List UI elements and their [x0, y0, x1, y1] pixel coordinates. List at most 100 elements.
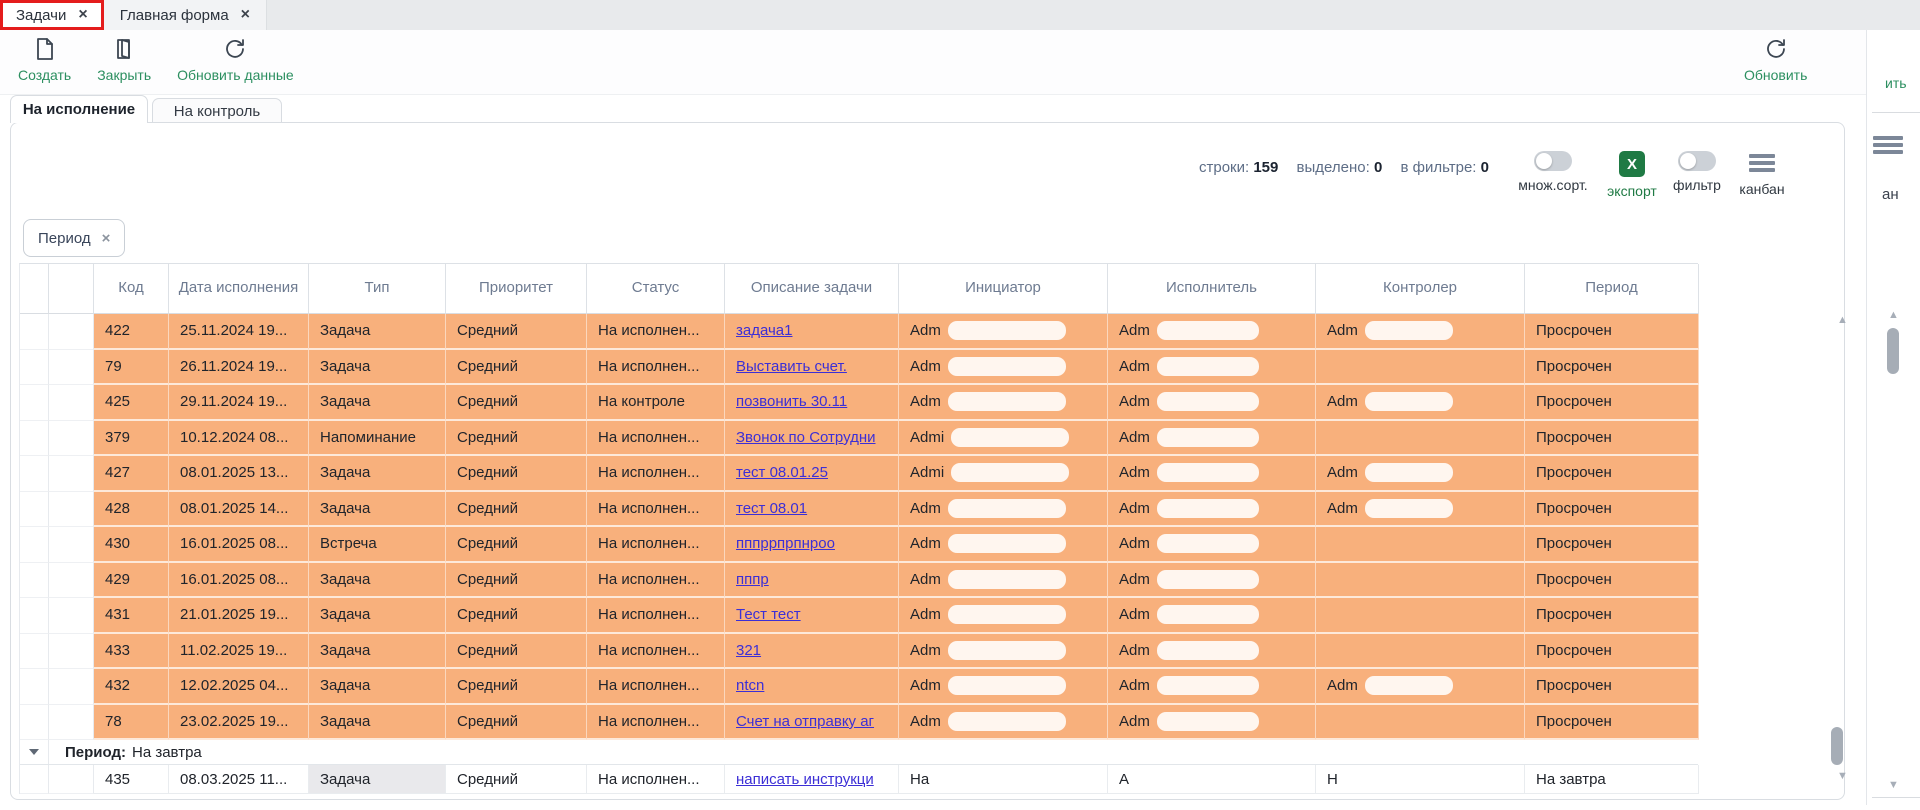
- task-link[interactable]: 321: [736, 642, 761, 659]
- column-header-date[interactable]: Дата исполнения: [169, 264, 309, 314]
- table-row[interactable]: 7926.11.2024 19...ЗадачаСреднийНа исполн…: [20, 350, 1699, 386]
- row-handle-cell: [49, 765, 94, 794]
- table-header-row: КодДата исполненияТипПриоритетСтатусОпис…: [20, 264, 1699, 314]
- table-row[interactable]: 7823.02.2025 19...ЗадачаСреднийНа исполн…: [20, 705, 1699, 741]
- refresh-button[interactable]: Обновить: [1744, 36, 1807, 83]
- cell-priority: Средний: [446, 492, 587, 528]
- table-row[interactable]: 42808.01.2025 14...ЗадачаСреднийНа испол…: [20, 492, 1699, 528]
- table-row[interactable]: 43016.01.2025 08...ВстречаСреднийНа испо…: [20, 527, 1699, 563]
- row-handle-cell: [20, 705, 49, 741]
- task-link[interactable]: позвонить 30.11: [736, 393, 847, 410]
- column-header-status[interactable]: Статус: [587, 264, 725, 314]
- close-icon[interactable]: ×: [102, 230, 111, 247]
- table-row[interactable]: 43311.02.2025 19...ЗадачаСреднийНа испол…: [20, 634, 1699, 670]
- group-collapse-cell[interactable]: [20, 740, 49, 764]
- scroll-down-icon[interactable]: ▼: [1837, 771, 1848, 782]
- period-filter-chip[interactable]: Период ×: [23, 219, 125, 257]
- cell-type: Задача: [309, 669, 446, 705]
- task-link[interactable]: тест 08.01: [736, 500, 807, 517]
- cell-date: 23.02.2025 19...: [169, 705, 309, 741]
- close-icon[interactable]: ×: [241, 6, 250, 24]
- cell-code: 432: [94, 669, 169, 705]
- scroll-up-icon[interactable]: ▲: [1888, 310, 1899, 321]
- close-form-icon: [111, 36, 137, 62]
- kanban-button[interactable]: канбан: [1729, 151, 1795, 199]
- table-row[interactable]: 43508.03.2025 11...ЗадачаСреднийНа испол…: [20, 765, 1699, 794]
- task-link[interactable]: Выставить счет.: [736, 358, 847, 375]
- redacted-text: [948, 534, 1066, 553]
- redacted-text: [1157, 357, 1259, 376]
- cell-priority: Средний: [446, 598, 587, 634]
- filtered-count-label: в фильтре:: [1400, 159, 1476, 176]
- kanban-icon[interactable]: [1749, 151, 1775, 175]
- table-row[interactable]: 43212.02.2025 04...ЗадачаСреднийНа испол…: [20, 669, 1699, 705]
- table-row[interactable]: 42708.01.2025 13...ЗадачаСреднийНа испол…: [20, 456, 1699, 492]
- cell-priority: Средний: [446, 350, 587, 386]
- close-form-button[interactable]: Закрыть: [97, 36, 151, 83]
- task-link[interactable]: задача1: [736, 322, 792, 339]
- tab-na-ispolnenie[interactable]: На исполнение: [10, 95, 148, 123]
- collapse-triangle-icon[interactable]: [29, 749, 39, 755]
- export-label: экспорт: [1607, 183, 1657, 199]
- task-link[interactable]: Звонок по Сотрудни: [736, 429, 876, 446]
- scrollbar-thumb[interactable]: [1831, 727, 1843, 765]
- cell-period: Просрочен: [1525, 385, 1699, 421]
- task-link[interactable]: пппррпрпнроо: [736, 535, 835, 552]
- partial-panel-label: ан: [1882, 186, 1899, 203]
- scrollbar-thumb[interactable]: [1887, 328, 1899, 374]
- window-tab-main-form[interactable]: Главная форма ×: [104, 0, 267, 30]
- cell-period: Просрочен: [1525, 598, 1699, 634]
- filter-toggle[interactable]: фильтр: [1665, 151, 1729, 199]
- column-header-code[interactable]: Код: [94, 264, 169, 314]
- task-link[interactable]: Счет на отправку аг: [736, 713, 874, 730]
- cell-status: На исполнен...: [587, 350, 725, 386]
- cell-priority: Средний: [446, 385, 587, 421]
- refresh-data-button[interactable]: Обновить данные: [177, 36, 294, 83]
- cell-type: Задача: [309, 492, 446, 528]
- toggle-off-icon[interactable]: [1534, 151, 1572, 171]
- redacted-text: [1157, 641, 1259, 660]
- export-button[interactable]: X экспорт: [1599, 151, 1665, 199]
- cell-controller: Adm: [1316, 669, 1525, 705]
- scroll-up-icon[interactable]: ▲: [1837, 315, 1848, 326]
- close-icon[interactable]: ×: [78, 6, 87, 24]
- table-row[interactable]: 42225.11.2024 19...ЗадачаСреднийНа испол…: [20, 314, 1699, 350]
- cell-desc: Тест тест: [725, 598, 899, 634]
- column-header-type[interactable]: Тип: [309, 264, 446, 314]
- task-link[interactable]: тест 08.01.25: [736, 464, 828, 481]
- column-header-period[interactable]: Период: [1525, 264, 1699, 314]
- cell-executor: Adm: [1108, 492, 1316, 528]
- cell-controller: [1316, 634, 1525, 670]
- cell-date: 21.01.2025 19...: [169, 598, 309, 634]
- tab-na-kontrol[interactable]: На контроль: [152, 98, 282, 123]
- multisort-toggle[interactable]: множ.сорт.: [1507, 151, 1599, 199]
- redacted-text: [1157, 570, 1259, 589]
- task-link[interactable]: пппр: [736, 571, 769, 588]
- redacted-text: [948, 321, 1066, 340]
- table-row[interactable]: 43121.01.2025 19...ЗадачаСреднийНа испол…: [20, 598, 1699, 634]
- create-button[interactable]: Создать: [18, 36, 71, 83]
- task-link[interactable]: написать инструкци: [736, 771, 874, 788]
- window-tab-tasks[interactable]: Задачи ×: [0, 0, 104, 30]
- excel-export-icon[interactable]: X: [1619, 151, 1645, 177]
- column-header-controller[interactable]: Контролер: [1316, 264, 1525, 314]
- cell-priority: Средний: [446, 705, 587, 741]
- table-row[interactable]: 42529.11.2024 19...ЗадачаСреднийНа контр…: [20, 385, 1699, 421]
- row-handle-cell: [49, 563, 94, 599]
- column-header-desc[interactable]: Описание задачи: [725, 264, 899, 314]
- column-header-initiator[interactable]: Инициатор: [899, 264, 1108, 314]
- cell-date: 08.03.2025 11...: [169, 765, 309, 794]
- column-header-priority[interactable]: Приоритет: [446, 264, 587, 314]
- task-link[interactable]: ntcn: [736, 677, 764, 694]
- table-row[interactable]: 42916.01.2025 08...ЗадачаСреднийНа испол…: [20, 563, 1699, 599]
- column-header-executor[interactable]: Исполнитель: [1108, 264, 1316, 314]
- task-link[interactable]: Тест тест: [736, 606, 801, 623]
- group-row-period[interactable]: Период:На завтра: [20, 740, 1698, 765]
- scroll-down-icon[interactable]: ▼: [1888, 780, 1899, 791]
- rows-count-value: 159: [1253, 159, 1278, 176]
- cell-date: 11.02.2025 19...: [169, 634, 309, 670]
- table-row[interactable]: 37910.12.2024 08...НапоминаниеСреднийНа …: [20, 421, 1699, 457]
- cell-status: На исполнен...: [587, 492, 725, 528]
- toggle-off-icon[interactable]: [1678, 151, 1716, 171]
- cell-desc: позвонить 30.11: [725, 385, 899, 421]
